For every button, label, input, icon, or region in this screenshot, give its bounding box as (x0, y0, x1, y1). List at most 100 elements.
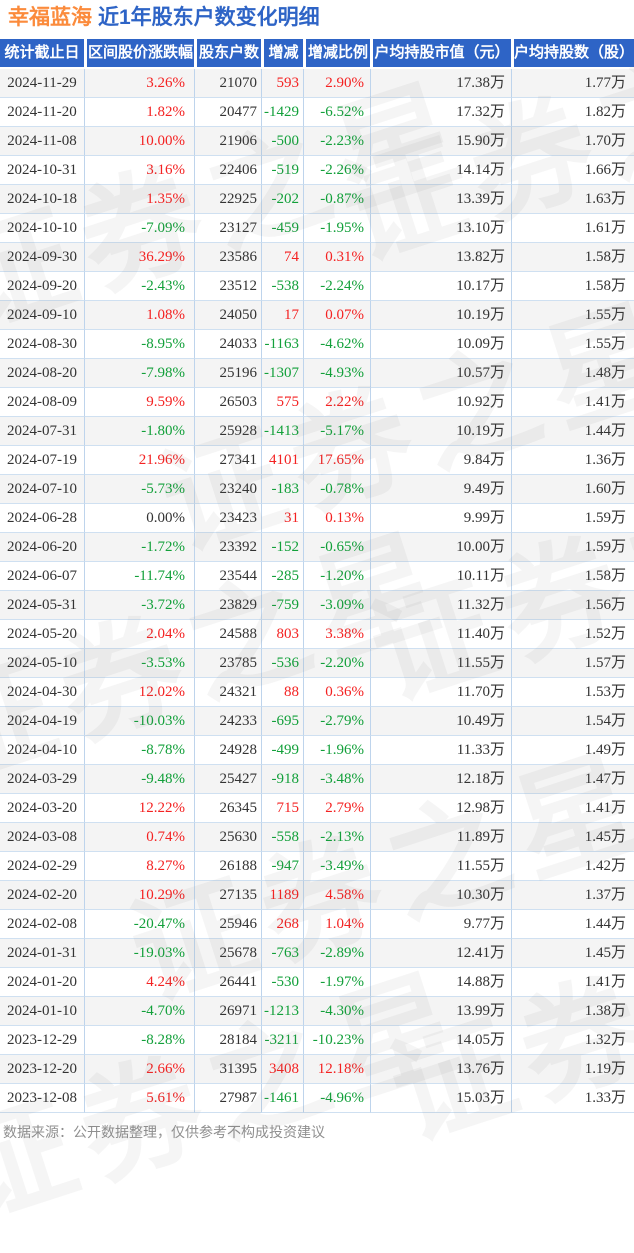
table-cell-mv: 9.49万 (370, 475, 511, 504)
table-cell-ratio: -1.96% (303, 736, 370, 765)
table-cell-shares: 1.36万 (511, 446, 634, 475)
table-cell-ratio: -3.49% (303, 852, 370, 881)
table-cell-mv: 10.11万 (370, 562, 511, 591)
table-cell-chg: -1429 (261, 98, 303, 127)
table-row: 2024-01-31-19.03%25678-763-2.89%12.41万1.… (0, 939, 634, 968)
table-cell-date: 2024-04-30 (0, 678, 84, 707)
table-cell-chg: 593 (261, 69, 303, 98)
stock-name: 幸福蓝海 (8, 6, 92, 29)
table-cell-holders: 21070 (194, 69, 261, 98)
table-cell-date: 2024-11-29 (0, 69, 84, 98)
table-cell-pct: -5.73% (84, 475, 194, 504)
table-cell-mv: 11.89万 (370, 823, 511, 852)
table-cell-shares: 1.47万 (511, 765, 634, 794)
table-cell-ratio: 0.36% (303, 678, 370, 707)
table-row: 2024-03-29-9.48%25427-918-3.48%12.18万1.4… (0, 765, 634, 794)
table-cell-chg: -202 (261, 185, 303, 214)
table-cell-mv: 15.90万 (370, 127, 511, 156)
table-row: 2024-11-201.82%20477-1429-6.52%17.32万1.8… (0, 98, 634, 127)
table-cell-ratio: -1.97% (303, 968, 370, 997)
table-cell-mv: 10.17万 (370, 272, 511, 301)
holders-table: 统计截止日 区间股价涨跌幅 股东户数 增减 增减比例 户均持股市值（元） 户均持… (0, 39, 634, 1113)
table-cell-mv: 13.82万 (370, 243, 511, 272)
table-cell-ratio: 2.90% (303, 69, 370, 98)
table-cell-pct: 0.00% (84, 504, 194, 533)
table-cell-ratio: 17.65% (303, 446, 370, 475)
table-cell-shares: 1.63万 (511, 185, 634, 214)
table-cell-shares: 1.19万 (511, 1055, 634, 1084)
page-title: 幸福蓝海近1年股东户数变化明细 (0, 0, 634, 30)
column-header-pct: 区间股价涨跌幅 (84, 39, 194, 67)
table-cell-chg: 17 (261, 301, 303, 330)
table-cell-date: 2024-04-19 (0, 707, 84, 736)
table-cell-chg: -285 (261, 562, 303, 591)
table-cell-pct: -4.70% (84, 997, 194, 1026)
table-cell-shares: 1.66万 (511, 156, 634, 185)
table-row: 2024-01-204.24%26441-530-1.97%14.88万1.41… (0, 968, 634, 997)
table-cell-shares: 1.49万 (511, 736, 634, 765)
table-cell-pct: 12.02% (84, 678, 194, 707)
table-cell-holders: 25928 (194, 417, 261, 446)
table-cell-ratio: 4.58% (303, 881, 370, 910)
table-cell-chg: -1213 (261, 997, 303, 1026)
table-header-row: 统计截止日 区间股价涨跌幅 股东户数 增减 增减比例 户均持股市值（元） 户均持… (0, 39, 634, 69)
table-cell-pct: -1.80% (84, 417, 194, 446)
table-cell-shares: 1.53万 (511, 678, 634, 707)
table-row: 2024-03-080.74%25630-558-2.13%11.89万1.45… (0, 823, 634, 852)
table-cell-shares: 1.60万 (511, 475, 634, 504)
table-cell-mv: 11.55万 (370, 852, 511, 881)
table-cell-chg: 715 (261, 794, 303, 823)
table-cell-mv: 14.88万 (370, 968, 511, 997)
table-cell-pct: 36.29% (84, 243, 194, 272)
table-cell-date: 2024-07-19 (0, 446, 84, 475)
table-cell-date: 2024-05-10 (0, 649, 84, 678)
table-cell-date: 2024-11-20 (0, 98, 84, 127)
table-cell-shares: 1.77万 (511, 69, 634, 98)
table-cell-mv: 13.39万 (370, 185, 511, 214)
table-cell-chg: -183 (261, 475, 303, 504)
table-cell-holders: 25427 (194, 765, 261, 794)
table-cell-chg: -759 (261, 591, 303, 620)
table-cell-holders: 22925 (194, 185, 261, 214)
table-cell-date: 2024-09-20 (0, 272, 84, 301)
table-cell-pct: -20.47% (84, 910, 194, 939)
table-cell-holders: 23127 (194, 214, 261, 243)
table-row: 2024-06-07-11.74%23544-285-1.20%10.11万1.… (0, 562, 634, 591)
table-cell-mv: 14.14万 (370, 156, 511, 185)
table-cell-shares: 1.52万 (511, 620, 634, 649)
table-cell-holders: 23544 (194, 562, 261, 591)
table-cell-holders: 31395 (194, 1055, 261, 1084)
table-cell-mv: 11.32万 (370, 591, 511, 620)
table-cell-shares: 1.57万 (511, 649, 634, 678)
table-cell-date: 2024-10-10 (0, 214, 84, 243)
table-cell-holders: 23586 (194, 243, 261, 272)
table-cell-chg: -530 (261, 968, 303, 997)
table-cell-shares: 1.41万 (511, 794, 634, 823)
table-cell-shares: 1.61万 (511, 214, 634, 243)
table-cell-ratio: -2.24% (303, 272, 370, 301)
table-cell-pct: -9.48% (84, 765, 194, 794)
source-note: 数据来源：公开数据整理，仅供参考不构成投资建议 (0, 1122, 634, 1142)
table-cell-ratio: -3.09% (303, 591, 370, 620)
table-cell-holders: 21906 (194, 127, 261, 156)
table-cell-holders: 24588 (194, 620, 261, 649)
column-header-mv: 户均持股市值（元） (370, 39, 511, 67)
table-cell-date: 2024-10-31 (0, 156, 84, 185)
table-cell-chg: -918 (261, 765, 303, 794)
table-cell-shares: 1.33万 (511, 1084, 634, 1113)
table-cell-chg: 88 (261, 678, 303, 707)
table-cell-ratio: -4.96% (303, 1084, 370, 1113)
table-row: 2024-07-31-1.80%25928-1413-5.17%10.19万1.… (0, 417, 634, 446)
table-cell-pct: -11.74% (84, 562, 194, 591)
table-cell-holders: 26188 (194, 852, 261, 881)
table-cell-holders: 23785 (194, 649, 261, 678)
table-cell-shares: 1.41万 (511, 968, 634, 997)
table-cell-chg: -499 (261, 736, 303, 765)
table-row: 2024-02-2010.29%2713511894.58%10.30万1.37… (0, 881, 634, 910)
table-cell-chg: -519 (261, 156, 303, 185)
table-cell-holders: 26345 (194, 794, 261, 823)
table-cell-shares: 1.59万 (511, 533, 634, 562)
table-cell-mv: 11.70万 (370, 678, 511, 707)
table-cell-chg: -152 (261, 533, 303, 562)
table-cell-pct: -1.72% (84, 533, 194, 562)
